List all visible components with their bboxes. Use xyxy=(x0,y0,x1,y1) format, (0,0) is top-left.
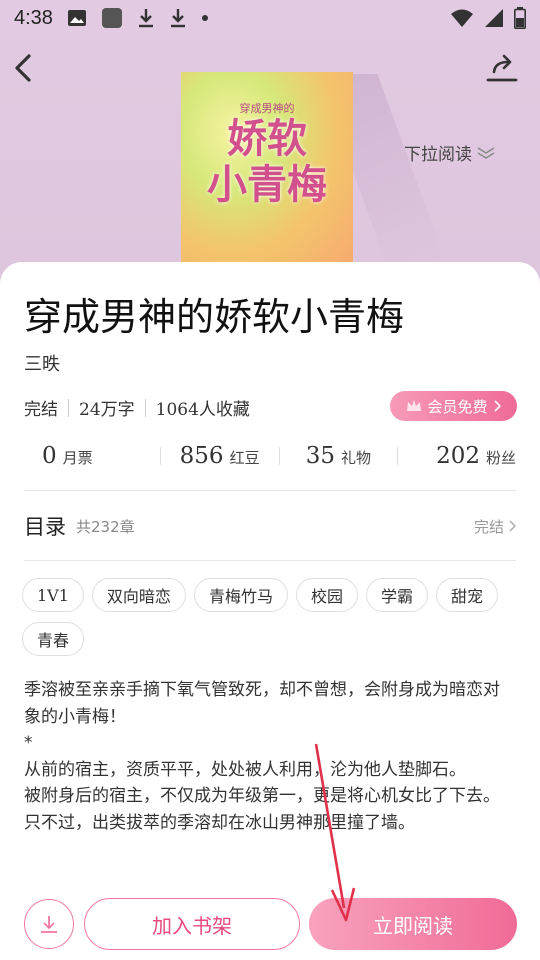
summary-paragraph: 从前的宿主，资质平平，处处被人利用，沦为他人垫脚石。 xyxy=(24,759,466,780)
toc-status: 完结 xyxy=(474,516,516,537)
stat-label: 礼物 xyxy=(341,449,372,467)
stats-row: 0 月票 856 红豆 35 礼物 202 粉丝 xyxy=(24,440,516,472)
tag-chip[interactable]: 学霸 xyxy=(365,578,428,612)
stat-value: 856 xyxy=(179,443,224,469)
tag-chip[interactable]: 双向暗恋 xyxy=(91,578,186,612)
cover-title-line2: 小青梅 xyxy=(207,161,327,208)
meta-divider xyxy=(68,398,69,417)
app-square-icon xyxy=(101,8,122,28)
pull-hint-label: 下拉阅读 xyxy=(404,145,472,165)
download-button[interactable] xyxy=(24,899,74,949)
book-title: 穿成男神的娇软小青梅 xyxy=(24,295,405,339)
stat-red-beans[interactable]: 856 红豆 xyxy=(161,443,279,469)
chapter-count: 共232章 xyxy=(76,517,135,536)
double-chevron-down-icon xyxy=(477,146,495,159)
stat-label: 月票 xyxy=(62,449,93,467)
status-time: 4:38 xyxy=(14,6,53,29)
vip-badge-label: 会员免费 xyxy=(427,397,488,416)
tag-chip[interactable]: 甜宠 xyxy=(435,578,498,612)
battery-icon xyxy=(514,7,526,29)
stat-label: 粉丝 xyxy=(485,449,516,467)
summary-paragraph: 只不过，出类拔萃的季溶却在冰山男神那里撞了墙。 xyxy=(24,812,415,833)
collection-count: 1064人收藏 xyxy=(155,400,250,420)
stat-fans[interactable]: 202 粉丝 xyxy=(398,443,516,469)
word-count: 24万字 xyxy=(79,400,135,420)
divider xyxy=(24,490,516,491)
book-status: 完结 xyxy=(24,400,58,420)
download-icon xyxy=(170,9,185,28)
summary-paragraph: * xyxy=(24,733,33,753)
signal-icon xyxy=(485,9,503,27)
summary-paragraph: 季溶被至亲亲手摘下氧气管致死，却不曾想，会附身成为暗恋对象的小青梅！ xyxy=(24,680,500,727)
wifi-icon xyxy=(451,9,473,27)
stat-value: 35 xyxy=(305,443,335,469)
summary-paragraph: 被附身后的宿主，不仅成为年级第一，更是将心机女比了下去。 xyxy=(24,786,500,806)
table-of-contents-row[interactable]: 目录 共232章 完结 xyxy=(24,510,516,542)
book-author[interactable]: 三昳 xyxy=(24,350,60,376)
divider xyxy=(24,560,516,561)
tag-chip[interactable]: 青梅竹马 xyxy=(193,578,288,612)
stat-gifts[interactable]: 35 礼物 xyxy=(280,443,398,469)
system-icons xyxy=(450,7,526,29)
cover-title-line1: 娇软 xyxy=(227,115,307,162)
download-icon xyxy=(138,9,153,28)
dot-icon xyxy=(201,15,208,21)
book-summary: 季溶被至亲亲手摘下氧气管致死，却不曾想，会附身成为暗恋对象的小青梅！ * 从前的… xyxy=(24,677,514,836)
cover-subtitle: 穿成男神的 xyxy=(239,102,295,115)
download-icon xyxy=(41,916,57,933)
meta-divider xyxy=(144,398,146,417)
image-icon xyxy=(67,10,86,26)
toc-title: 目录 xyxy=(24,515,66,539)
share-icon[interactable] xyxy=(486,52,518,82)
tag-chip[interactable]: 青春 xyxy=(22,622,85,656)
stat-value: 202 xyxy=(436,443,480,469)
stat-monthly-tickets[interactable]: 0 月票 xyxy=(24,443,160,469)
chevron-right-icon xyxy=(493,400,501,412)
vip-free-badge[interactable]: 会员免费 xyxy=(390,391,517,421)
tag-chip[interactable]: 校园 xyxy=(295,578,358,612)
stat-label: 红豆 xyxy=(229,449,260,467)
tag-chip[interactable]: 1V1 xyxy=(22,578,84,612)
toc-status-label: 完结 xyxy=(473,517,504,536)
add-to-shelf-button[interactable]: 加入书架 xyxy=(84,898,300,950)
read-now-button[interactable]: 立即阅读 xyxy=(309,898,517,950)
book-meta: 完结 24万字 1064人收藏 xyxy=(24,395,250,420)
pull-to-read-hint[interactable]: 下拉阅读 xyxy=(404,140,496,165)
status-bar: 4:38 xyxy=(0,0,540,36)
stat-value: 0 xyxy=(42,443,57,469)
book-cover[interactable]: 穿成男神的 娇软 小青梅 xyxy=(181,72,353,272)
cover-title: 娇软 小青梅 xyxy=(181,116,353,208)
notification-icons xyxy=(67,7,209,29)
tag-list: 1V1 双向暗恋 青梅竹马 校园 学霸 甜宠 青春 xyxy=(22,578,522,656)
chevron-left-icon[interactable] xyxy=(10,50,38,86)
chevron-right-icon xyxy=(509,520,516,532)
crown-icon xyxy=(407,400,422,411)
